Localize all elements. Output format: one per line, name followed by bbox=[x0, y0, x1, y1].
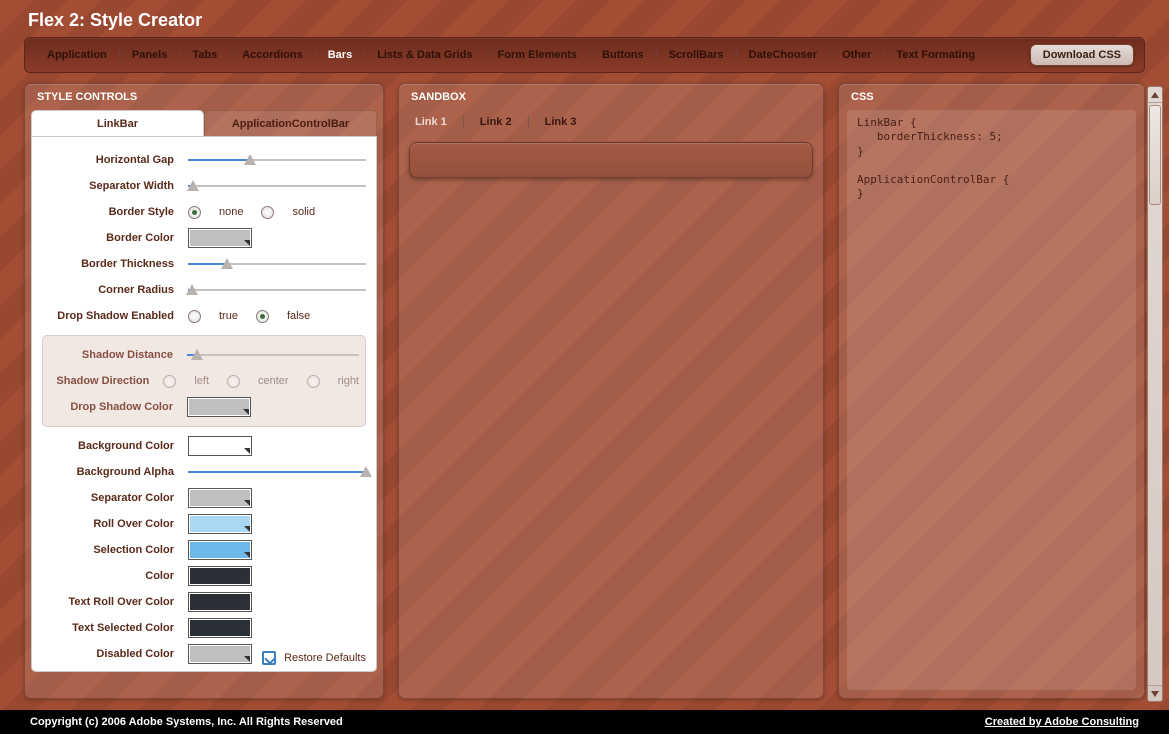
swatch-border-color[interactable] bbox=[188, 228, 252, 248]
radio-label-right: right bbox=[338, 375, 359, 387]
radio-shadow-dir-right bbox=[307, 375, 320, 388]
restore-defaults-label: Restore Defaults bbox=[284, 652, 366, 664]
swatch-text-roll-over-color[interactable] bbox=[188, 592, 252, 612]
shadow-group: Shadow Distance Shadow Direction left ce… bbox=[42, 335, 366, 427]
radio-label-true: true bbox=[219, 310, 238, 322]
nav-tab-scrollbars[interactable]: ScrollBars bbox=[657, 45, 736, 65]
label-drop-shadow-color: Drop Shadow Color bbox=[49, 401, 177, 413]
radio-shadow-true[interactable] bbox=[188, 310, 201, 323]
css-output[interactable]: LinkBar { borderThickness: 5; } Applicat… bbox=[847, 110, 1136, 690]
label-drop-shadow-enabled: Drop Shadow Enabled bbox=[42, 310, 178, 322]
nav-tabs: ApplicationPanelsTabsAccordionsBarsLists… bbox=[35, 45, 1030, 65]
label-separator-width: Separator Width bbox=[42, 180, 178, 192]
download-css-button[interactable]: Download CSS bbox=[1030, 44, 1134, 66]
sandbox-link-2[interactable]: Link 2 bbox=[474, 114, 518, 130]
slider-border-thickness[interactable] bbox=[188, 257, 366, 271]
chevron-down-icon bbox=[1151, 691, 1159, 697]
radio-label-false: false bbox=[287, 310, 310, 322]
tab-linkbar[interactable]: LinkBar bbox=[31, 110, 204, 136]
scroll-down-button[interactable] bbox=[1148, 685, 1162, 701]
restore-icon bbox=[262, 651, 276, 665]
swatch-roll-over-color[interactable] bbox=[188, 514, 252, 534]
footer-bar: Copyright (c) 2006 Adobe Systems, Inc. A… bbox=[0, 710, 1169, 734]
radio-label-solid: solid bbox=[292, 206, 315, 218]
label-border-style: Border Style bbox=[42, 206, 178, 218]
nav-tab-panels[interactable]: Panels bbox=[120, 45, 179, 65]
slider-separator-width[interactable] bbox=[188, 179, 366, 193]
sandbox-panel: SANDBOX Link 1 Link 2 Link 3 bbox=[398, 83, 824, 699]
css-header: CSS bbox=[839, 84, 1144, 110]
label-color: Color bbox=[42, 570, 178, 582]
nav-tab-form-elements[interactable]: Form Elements bbox=[486, 45, 589, 65]
swatch-background-color[interactable] bbox=[188, 436, 252, 456]
swatch-selection-color[interactable] bbox=[188, 540, 252, 560]
sandbox-link-3[interactable]: Link 3 bbox=[539, 114, 583, 130]
label-corner-radius: Corner Radius bbox=[42, 284, 178, 296]
nav-tab-other[interactable]: Other bbox=[830, 45, 883, 65]
swatch-separator-color[interactable] bbox=[188, 488, 252, 508]
label-horizontal-gap: Horizontal Gap bbox=[42, 154, 178, 166]
label-border-color: Border Color bbox=[42, 232, 178, 244]
swatch-disabled-color[interactable] bbox=[188, 644, 252, 664]
label-selection-color: Selection Color bbox=[42, 544, 178, 556]
radio-label-none: none bbox=[219, 206, 243, 218]
label-shadow-direction: Shadow Direction bbox=[49, 375, 153, 387]
radio-shadow-false[interactable] bbox=[256, 310, 269, 323]
nav-tab-application[interactable]: Application bbox=[35, 45, 119, 65]
radio-border-style-solid[interactable] bbox=[261, 206, 274, 219]
label-text-roll-over-color: Text Roll Over Color bbox=[42, 596, 178, 608]
nav-tab-accordions[interactable]: Accordions bbox=[230, 45, 315, 65]
radio-shadow-dir-center bbox=[227, 375, 240, 388]
label-shadow-distance: Shadow Distance bbox=[49, 349, 177, 361]
radio-label-center: center bbox=[258, 375, 289, 387]
app-title: Flex 2: Style Creator bbox=[0, 0, 1169, 37]
sandbox-application-control-bar bbox=[409, 142, 813, 178]
scroll-handle[interactable] bbox=[1149, 105, 1161, 205]
swatch-drop-shadow-color[interactable] bbox=[187, 397, 251, 417]
style-controls-panel: STYLE CONTROLS LinkBar ApplicationContro… bbox=[24, 83, 384, 699]
restore-defaults-button[interactable]: Restore Defaults bbox=[262, 651, 366, 665]
label-text-selected-color: Text Selected Color bbox=[42, 622, 178, 634]
label-roll-over-color: Roll Over Color bbox=[42, 518, 178, 530]
radio-shadow-dir-left bbox=[163, 375, 176, 388]
nav-tab-datechooser[interactable]: DateChooser bbox=[737, 45, 829, 65]
label-background-alpha: Background Alpha bbox=[42, 466, 178, 478]
slider-background-alpha[interactable] bbox=[188, 465, 366, 479]
sandbox-link-1[interactable]: Link 1 bbox=[409, 114, 453, 130]
nav-tab-buttons[interactable]: Buttons bbox=[590, 45, 656, 65]
page-scrollbar[interactable] bbox=[1147, 86, 1163, 702]
swatch-text-selected-color[interactable] bbox=[188, 618, 252, 638]
controls-body: Horizontal Gap Separator Width Border St… bbox=[31, 136, 377, 672]
sandbox-separator bbox=[463, 115, 464, 129]
slider-shadow-distance[interactable] bbox=[187, 348, 359, 362]
top-nav-bar: ApplicationPanelsTabsAccordionsBarsLists… bbox=[24, 37, 1145, 73]
label-background-color: Background Color bbox=[42, 440, 178, 452]
sandbox-separator bbox=[528, 115, 529, 129]
slider-horizontal-gap[interactable] bbox=[188, 153, 366, 167]
slider-corner-radius[interactable] bbox=[188, 283, 366, 297]
style-controls-header: STYLE CONTROLS bbox=[25, 84, 383, 110]
radio-border-style-none[interactable] bbox=[188, 206, 201, 219]
footer-credit-link[interactable]: Created by Adobe Consulting bbox=[985, 716, 1139, 728]
footer-copyright: Copyright (c) 2006 Adobe Systems, Inc. A… bbox=[30, 716, 343, 728]
tab-applicationcontrolbar[interactable]: ApplicationControlBar bbox=[204, 110, 377, 136]
nav-tab-lists-data-grids[interactable]: Lists & Data Grids bbox=[365, 45, 484, 65]
label-separator-color: Separator Color bbox=[42, 492, 178, 504]
nav-tab-tabs[interactable]: Tabs bbox=[180, 45, 229, 65]
label-border-thickness: Border Thickness bbox=[42, 258, 178, 270]
scroll-up-button[interactable] bbox=[1148, 87, 1162, 103]
chevron-up-icon bbox=[1151, 92, 1159, 98]
css-panel: CSS LinkBar { borderThickness: 5; } Appl… bbox=[838, 83, 1145, 699]
label-disabled-color: Disabled Color bbox=[42, 648, 178, 660]
sandbox-linkbar: Link 1 Link 2 Link 3 bbox=[399, 110, 823, 142]
nav-tab-text-formating[interactable]: Text Formating bbox=[884, 45, 987, 65]
sandbox-header: SANDBOX bbox=[399, 84, 823, 110]
nav-tab-bars[interactable]: Bars bbox=[316, 45, 364, 65]
radio-label-left: left bbox=[194, 375, 209, 387]
swatch-color[interactable] bbox=[188, 566, 252, 586]
